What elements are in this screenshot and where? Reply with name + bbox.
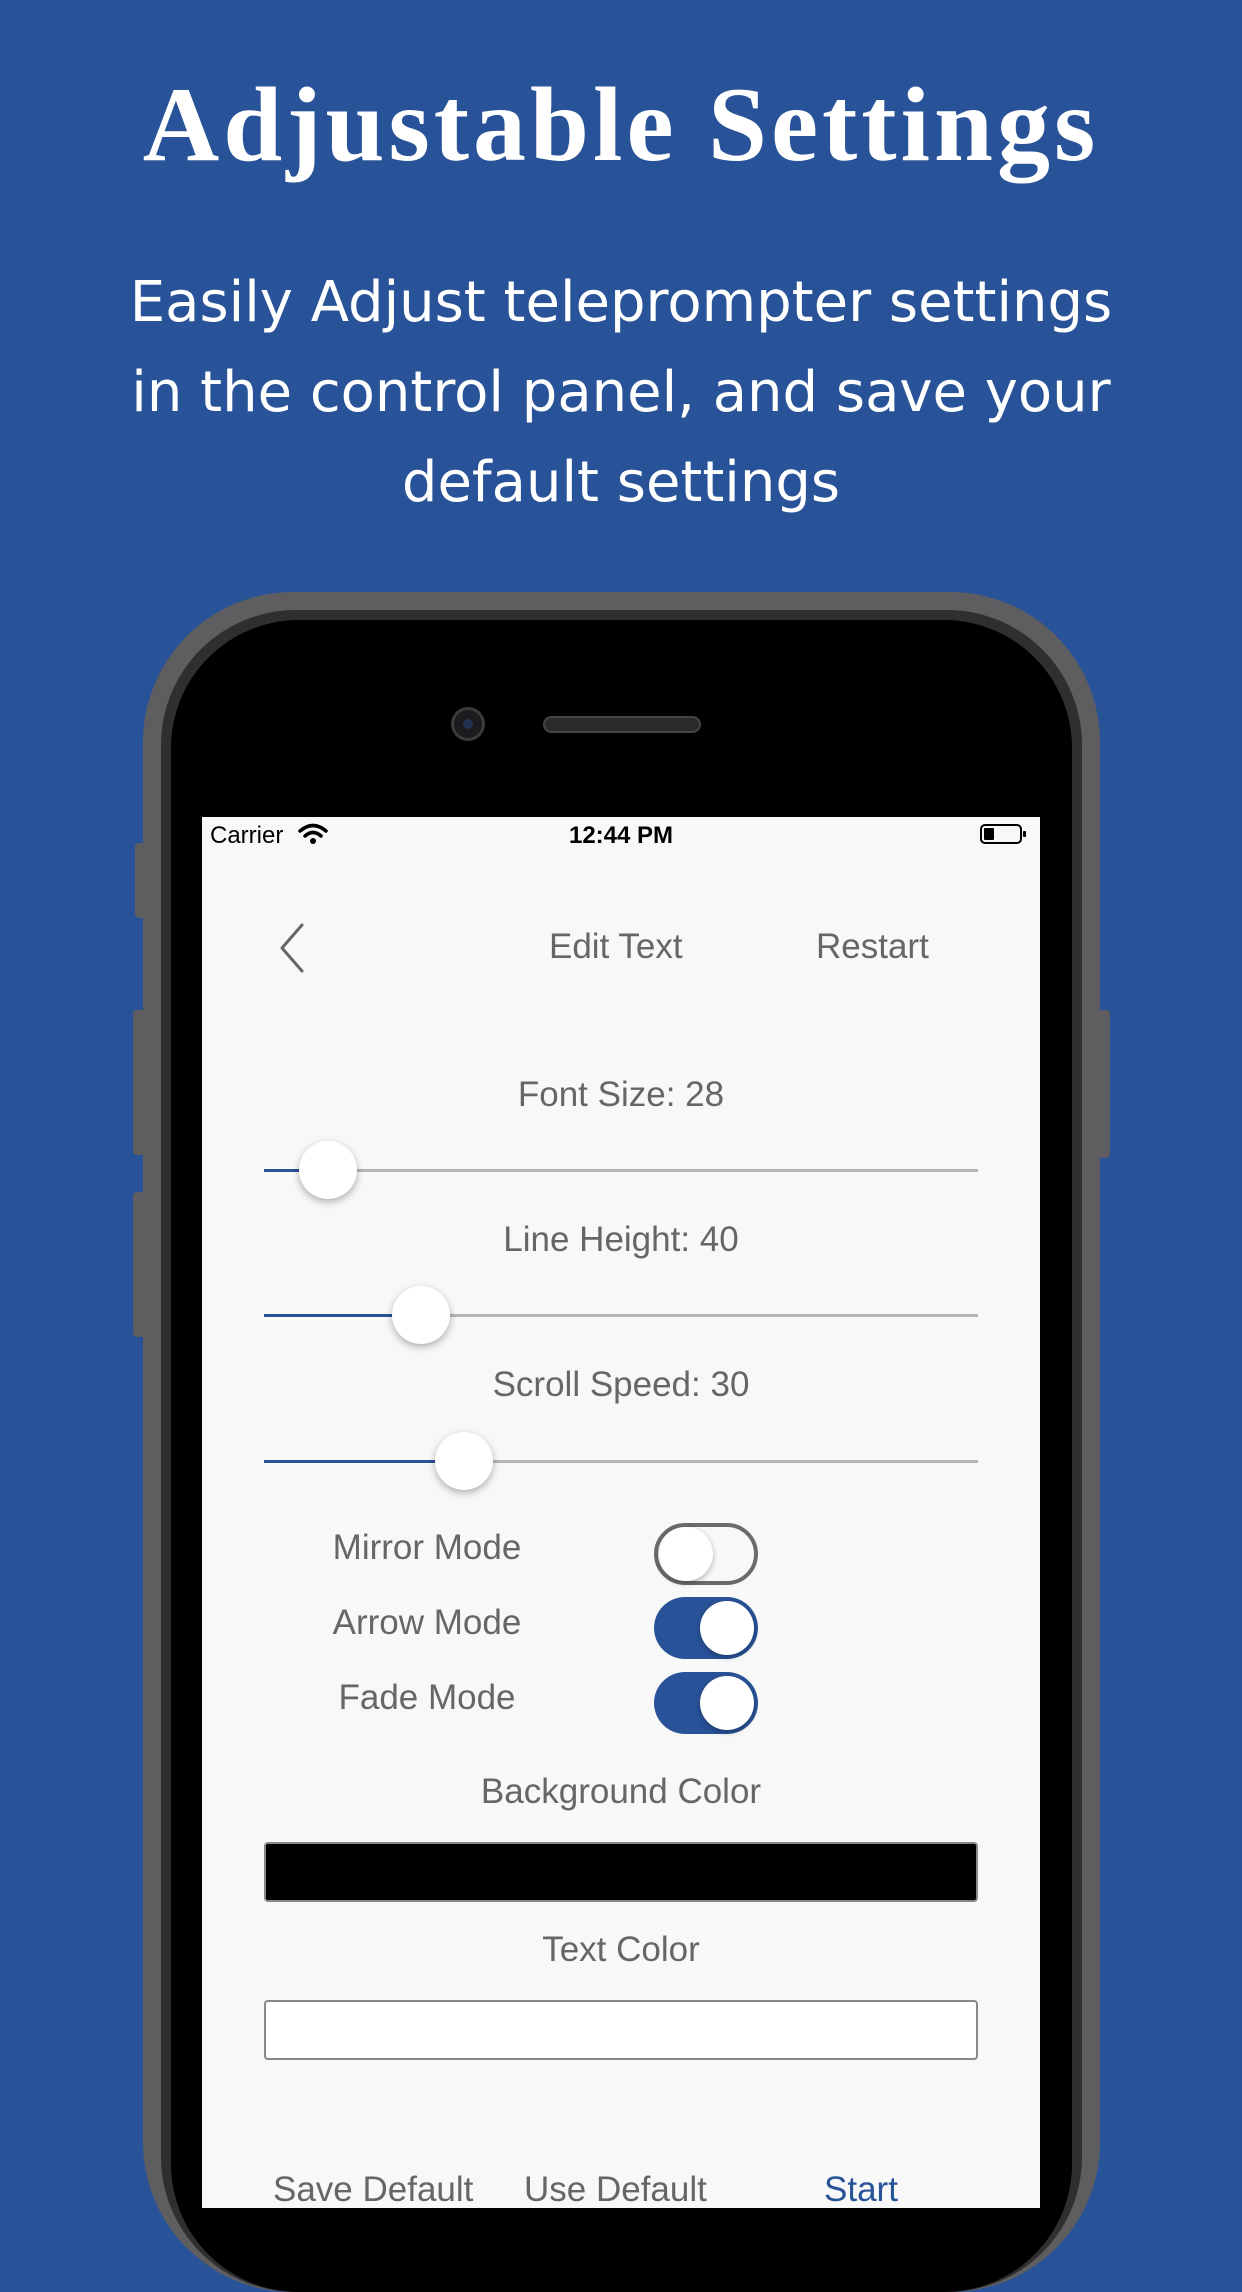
subtitle: Easily Adjust teleprompter settings in t… (129, 270, 1113, 515)
font-size-slider-thumb[interactable] (299, 1141, 358, 1199)
fade-mode-toggle-knob (700, 1676, 754, 1730)
headline: Adjustable Settings (142, 66, 1100, 183)
font-size-label: Font Size: 28 (517, 1075, 725, 1114)
battery-icon (980, 824, 1026, 844)
scroll-speed-label: Scroll Speed: 30 (492, 1365, 750, 1404)
background-color-label: Background Color (480, 1772, 762, 1811)
start-button[interactable]: Start (824, 2170, 898, 2208)
scroll-speed-slider-thumb[interactable] (434, 1432, 493, 1490)
camera-icon (451, 707, 485, 741)
scroll-speed-slider[interactable] (264, 1432, 978, 1490)
scroll-speed-slider-fill (264, 1460, 464, 1463)
edit-text-button[interactable]: Edit Text (549, 927, 683, 967)
fade-mode-label: Fade Mode (338, 1678, 516, 1717)
status-time: 12:44 PM (568, 822, 674, 849)
use-default-button[interactable]: Use Default (524, 2170, 707, 2208)
arrow-mode-toggle[interactable] (654, 1597, 758, 1659)
mirror-mode-label: Mirror Mode (332, 1528, 522, 1567)
text-color-label: Text Color (542, 1930, 700, 1969)
phone-screen: Carrier 12:44 PM Edit Text Restart Font … (202, 817, 1040, 2208)
line-height-label: Line Height: 40 (503, 1220, 739, 1259)
restart-button[interactable]: Restart (816, 927, 929, 967)
line-height-slider-thumb[interactable] (392, 1286, 451, 1344)
save-default-button[interactable]: Save Default (273, 2170, 473, 2208)
mirror-mode-toggle-knob (659, 1527, 713, 1581)
arrow-mode-toggle-knob (700, 1601, 754, 1655)
back-chevron-icon[interactable] (274, 920, 310, 976)
line-height-slider[interactable] (264, 1286, 978, 1344)
mirror-mode-toggle[interactable] (654, 1523, 758, 1585)
text-color-swatch[interactable] (264, 2000, 978, 2060)
font-size-slider[interactable] (264, 1141, 978, 1199)
arrow-mode-label: Arrow Mode (332, 1603, 522, 1642)
fade-mode-toggle[interactable] (654, 1672, 758, 1734)
background-color-swatch[interactable] (264, 1842, 978, 1902)
speaker-grille (543, 716, 701, 733)
